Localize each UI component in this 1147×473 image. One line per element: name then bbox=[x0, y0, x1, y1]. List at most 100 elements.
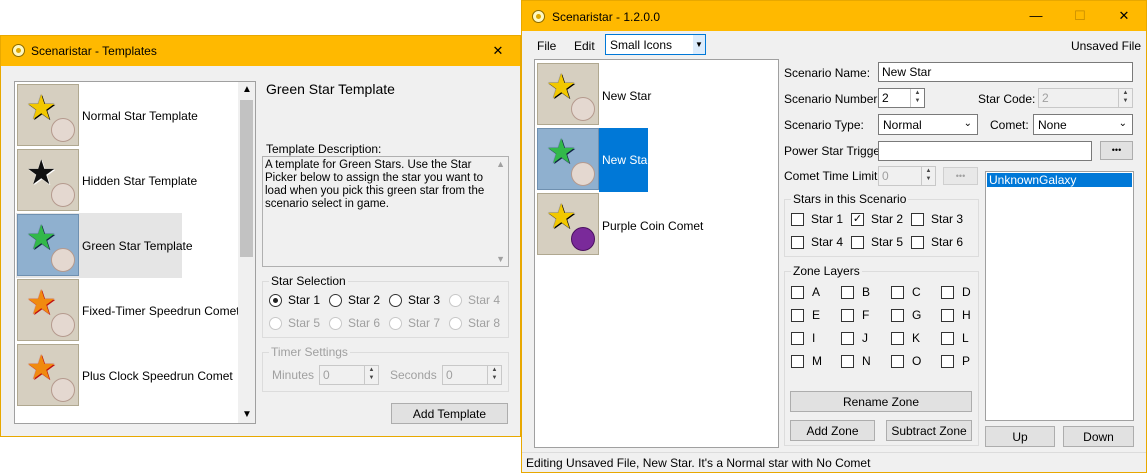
star-checkbox[interactable] bbox=[791, 213, 804, 226]
star-radio[interactable] bbox=[449, 294, 462, 307]
star-radio[interactable] bbox=[269, 294, 282, 307]
zone-layer-checkbox[interactable] bbox=[841, 355, 854, 368]
template-list-item[interactable]: ★ Plus Clock Speedrun Comet bbox=[16, 343, 233, 408]
zone-layer-checkbox[interactable] bbox=[791, 332, 804, 345]
scenario-name-input[interactable]: New Star bbox=[878, 62, 1133, 82]
star-code-spinner[interactable]: ▲ ▼ bbox=[1118, 89, 1132, 107]
close-icon[interactable]: ✕ bbox=[476, 36, 520, 66]
comet-time-limit-spinner[interactable]: ▲ ▼ bbox=[921, 167, 935, 185]
galaxy-list[interactable]: UnknownGalaxy bbox=[985, 171, 1134, 421]
power-star-trigger-browse-button[interactable]: ••• bbox=[1100, 141, 1133, 160]
star-radio[interactable] bbox=[389, 294, 402, 307]
zone-layer-label: B bbox=[862, 285, 871, 299]
zone-layer-checkbox[interactable] bbox=[891, 355, 904, 368]
star-checkbox-label: Star 3 bbox=[931, 212, 964, 226]
comet-time-limit-browse-button[interactable]: ••• bbox=[943, 167, 978, 185]
scenario-star-list[interactable]: ★ New Star ★ New Star ★ Purple Coin Comet bbox=[534, 59, 779, 448]
scenario-list-item[interactable]: ★ New Star bbox=[536, 128, 651, 192]
view-mode-select[interactable]: Small Icons ▼ bbox=[605, 34, 706, 55]
main-title: Scenaristar - 1.2.0.0 bbox=[552, 10, 661, 24]
scenario-type-select[interactable]: Normal ⌄ bbox=[878, 114, 978, 135]
zone-layer-checkbox[interactable] bbox=[791, 355, 804, 368]
star-radio[interactable] bbox=[269, 317, 282, 330]
star-checkbox[interactable] bbox=[911, 236, 924, 249]
move-up-button[interactable]: Up bbox=[985, 426, 1055, 447]
star-code-input[interactable]: 2 ▲ ▼ bbox=[1038, 88, 1133, 108]
zone-layer-checkbox[interactable] bbox=[891, 332, 904, 345]
seconds-input[interactable]: 0 ▲ ▼ bbox=[442, 365, 502, 385]
status-text: Editing Unsaved File, New Star. It's a N… bbox=[526, 456, 871, 470]
zone-layer-checkbox[interactable] bbox=[841, 332, 854, 345]
minutes-spinner[interactable]: ▲ ▼ bbox=[364, 366, 378, 384]
template-list-item[interactable]: ★ Hidden Star Template bbox=[16, 148, 197, 213]
zone-layer-checkbox[interactable] bbox=[791, 309, 804, 322]
add-template-button[interactable]: Add Template bbox=[391, 403, 508, 424]
seconds-spinner[interactable]: ▲ ▼ bbox=[487, 366, 501, 384]
zone-layer-checkbox[interactable] bbox=[941, 332, 954, 345]
power-star-trigger-input[interactable] bbox=[878, 141, 1092, 161]
template-list-scrollbar[interactable]: ▲ ▼ bbox=[238, 82, 255, 423]
add-zone-button[interactable]: Add Zone bbox=[790, 420, 875, 441]
stars-in-scenario-group: Stars in this Scenario Star 1 ✓ Star 2 Star… bbox=[784, 192, 979, 257]
status-bar: Editing Unsaved File, New Star. It's a N… bbox=[522, 452, 1146, 473]
close-icon[interactable]: ✕ bbox=[1102, 1, 1146, 31]
zone-layer-label: P bbox=[962, 354, 971, 368]
zone-layer-checkbox[interactable] bbox=[941, 355, 954, 368]
star-radio-label: Star 7 bbox=[408, 316, 441, 330]
timer-settings-group: Timer Settings Minutes 0 ▲ ▼ Seconds 0 ▲ ▼ bbox=[262, 345, 509, 392]
zone-layer-label: J bbox=[862, 331, 868, 345]
star-selection-group: Star Selection Star 1 Star 2 Star 3 Star 4 S… bbox=[262, 274, 509, 338]
template-list-item[interactable]: ★ Normal Star Template bbox=[16, 83, 198, 148]
scenario-number-spinner[interactable]: ▲ ▼ bbox=[910, 89, 924, 107]
star-radio[interactable] bbox=[449, 317, 462, 330]
description-textarea[interactable]: A template for Green Stars. Use the Star… bbox=[262, 156, 509, 267]
description-scroll-up-icon[interactable]: ▲ bbox=[496, 159, 505, 169]
main-titlebar[interactable]: Scenaristar - 1.2.0.0 — ☐ ✕ bbox=[522, 1, 1146, 31]
zone-layer-label: E bbox=[812, 308, 821, 322]
zone-layer-checkbox[interactable] bbox=[891, 309, 904, 322]
star-checkbox-label: Star 5 bbox=[871, 235, 904, 249]
scenario-list-item[interactable]: ★ New Star bbox=[536, 63, 651, 127]
zone-layer-checkbox[interactable] bbox=[791, 286, 804, 299]
scenario-number-input[interactable]: 2 ▲ ▼ bbox=[878, 88, 925, 108]
description-scroll-down-icon[interactable]: ▼ bbox=[496, 254, 505, 264]
star-radio[interactable] bbox=[329, 317, 342, 330]
zone-layer-checkbox[interactable] bbox=[941, 286, 954, 299]
scenario-list-item[interactable]: ★ Purple Coin Comet bbox=[536, 193, 703, 257]
menu-edit[interactable]: Edit bbox=[574, 39, 595, 53]
template-list-item[interactable]: ★ Fixed-Timer Speedrun Comet bbox=[16, 278, 240, 343]
minimize-icon[interactable]: — bbox=[1014, 1, 1058, 31]
rename-zone-button[interactable]: Rename Zone bbox=[790, 391, 972, 412]
scroll-thumb[interactable] bbox=[240, 100, 253, 257]
star-checkbox[interactable] bbox=[911, 213, 924, 226]
move-down-button[interactable]: Down bbox=[1063, 426, 1134, 447]
template-list-item-label: Plus Clock Speedrun Comet bbox=[82, 369, 233, 383]
templates-titlebar[interactable]: Scenaristar - Templates ✕ bbox=[1, 36, 520, 66]
star-checkbox[interactable]: ✓ bbox=[851, 213, 864, 226]
chevron-down-icon: ▼ bbox=[693, 35, 705, 54]
subtract-zone-button[interactable]: Subtract Zone bbox=[886, 420, 972, 441]
yellow-star-icon: ★ bbox=[537, 63, 599, 125]
scroll-down-icon[interactable]: ▼ bbox=[242, 409, 252, 420]
star-checkbox[interactable] bbox=[851, 236, 864, 249]
zone-layer-checkbox[interactable] bbox=[841, 309, 854, 322]
zone-layer-checkbox[interactable] bbox=[891, 286, 904, 299]
menu-file[interactable]: File bbox=[537, 39, 556, 53]
comet-select[interactable]: None ⌄ bbox=[1033, 114, 1133, 135]
star-radio[interactable] bbox=[329, 294, 342, 307]
template-list[interactable]: ★ Normal Star Template ★ Hidden Star Templa… bbox=[14, 81, 256, 424]
maximize-icon[interactable]: ☐ bbox=[1058, 1, 1102, 31]
purple-coin-star-icon: ★ bbox=[537, 193, 599, 255]
galaxy-list-item[interactable]: UnknownGalaxy bbox=[987, 173, 1132, 187]
zone-layer-checkbox[interactable] bbox=[841, 286, 854, 299]
template-list-item[interactable]: ★ Green Star Template bbox=[16, 213, 193, 278]
zone-layer-checkbox[interactable] bbox=[941, 309, 954, 322]
app-icon bbox=[12, 44, 25, 57]
templates-window: Scenaristar - Templates ✕ ★ Normal Star T… bbox=[0, 35, 521, 437]
comet-time-limit-input[interactable]: 0 ▲ ▼ bbox=[878, 166, 936, 186]
star-checkbox[interactable] bbox=[791, 236, 804, 249]
star-radio[interactable] bbox=[389, 317, 402, 330]
zone-layer-label: M bbox=[812, 354, 822, 368]
minutes-input[interactable]: 0 ▲ ▼ bbox=[319, 365, 379, 385]
scroll-up-icon[interactable]: ▲ bbox=[242, 84, 252, 95]
